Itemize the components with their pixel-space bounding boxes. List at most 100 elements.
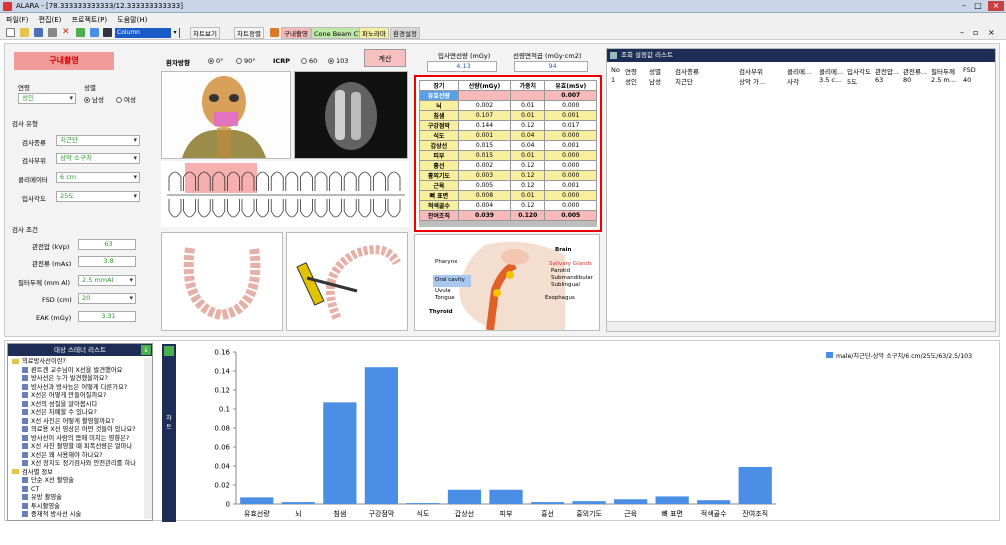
inner-minimize-icon[interactable]: – <box>960 28 964 37</box>
lower-tooth[interactable] <box>387 199 401 218</box>
tree-item[interactable]: X선 사진은 어떻게 촬영할까요? <box>12 417 152 427</box>
delete-icon[interactable]: ✕ <box>62 28 71 37</box>
tree-item[interactable]: 방사선이 사람의 몸에 미치는 영향은? <box>12 434 152 444</box>
lower-tooth[interactable] <box>270 199 284 218</box>
lower-tooth[interactable] <box>227 199 240 218</box>
tab-env[interactable]: 환경설정 <box>390 27 420 39</box>
exam-site-select[interactable]: 상악 소구치 <box>56 153 140 164</box>
tree-item[interactable]: X선은 어떻게 만들어질까요? <box>12 392 152 401</box>
mas-field[interactable]: 3.8 <box>78 256 136 267</box>
tree-folder[interactable]: 검사별 정보 <box>12 469 152 478</box>
upper-tooth[interactable] <box>343 171 357 191</box>
menu-project[interactable]: 프로젝트(P) <box>72 15 107 25</box>
lower-tooth[interactable] <box>285 199 299 218</box>
chart-fit-button[interactable]: 차트정렬 <box>234 27 264 39</box>
tab-pano[interactable]: 파노라마 <box>359 27 389 39</box>
tree-item[interactable]: X선은 왜 사용해야 하나요? <box>12 451 152 461</box>
tree-item[interactable]: 의료용 X선 영상은 어떤 것들이 있나요? <box>12 426 152 435</box>
icrp-60-radio[interactable]: 60 <box>301 57 317 65</box>
filter-select[interactable]: 2.5 mmAl <box>78 275 136 286</box>
open-icon[interactable] <box>20 28 29 37</box>
kvp-field[interactable]: 63 <box>78 239 136 250</box>
lower-tooth[interactable] <box>168 199 182 218</box>
results-cell: 2.5 m... <box>931 76 956 84</box>
tab-cbct[interactable]: Cone Beam CT <box>311 27 366 39</box>
tree-scrollbar[interactable] <box>144 358 152 519</box>
new-icon[interactable] <box>6 28 15 37</box>
tree-item[interactable]: 방사선과 방사능은 어떻게 다른가요? <box>12 383 152 393</box>
dir-0-radio[interactable]: 0° <box>208 57 223 65</box>
export-icon[interactable] <box>76 28 85 37</box>
upper-tooth[interactable] <box>329 171 342 191</box>
upper-tooth[interactable] <box>314 171 328 191</box>
upper-tooth[interactable] <box>300 171 313 191</box>
lower-tooth[interactable] <box>300 199 313 218</box>
icrp-103-radio[interactable]: 103 <box>328 57 348 65</box>
lower-tooth[interactable] <box>241 199 255 218</box>
collimator-select[interactable]: 6 cm <box>56 172 140 183</box>
tab-oral[interactable]: 구내촬영 <box>281 27 311 39</box>
tree-folder[interactable]: 의료방사선이란? <box>12 358 152 367</box>
inner-restore-icon[interactable]: ▫ <box>973 28 978 37</box>
fsd-select[interactable]: 20 <box>78 293 136 304</box>
chart-show-button[interactable]: 차트보기 <box>190 27 220 39</box>
results-scrollbar[interactable] <box>607 321 995 331</box>
eak-field[interactable]: 3.31 <box>78 311 136 322</box>
lower-tooth[interactable] <box>314 199 328 218</box>
tree-item[interactable]: 투시촬영술 <box>12 502 152 512</box>
tree-item[interactable]: X선은 차폐할 수 있나요? <box>12 409 152 418</box>
chart-strip-icon[interactable] <box>164 346 174 356</box>
monitor-icon[interactable] <box>103 28 112 37</box>
lower-tooth[interactable] <box>329 199 342 218</box>
results-col-header[interactable]: FSD <box>963 66 976 74</box>
maximize-icon[interactable]: □ <box>972 1 984 11</box>
dir-90-radio[interactable]: 90° <box>236 57 256 65</box>
inner-close-icon[interactable]: × <box>988 28 995 37</box>
tree-item[interactable]: 방사선은 누가 발견했을까요? <box>12 375 152 384</box>
close-icon[interactable]: × <box>988 1 1004 11</box>
menu-file[interactable]: 파일(F) <box>6 15 28 25</box>
upper-tooth[interactable] <box>285 171 299 191</box>
save-icon[interactable] <box>34 28 43 37</box>
sex-female-radio[interactable]: 여성 <box>116 94 136 104</box>
upper-tooth[interactable] <box>270 171 284 191</box>
tree-item[interactable]: X선 사진 촬영할 때 피폭선량은 얼마나 <box>12 443 152 452</box>
tree-item[interactable]: X선 장치도 정기검사와 안전관리를 하나 <box>12 460 152 469</box>
lower-tooth[interactable] <box>183 199 196 218</box>
upper-tooth[interactable] <box>387 171 401 191</box>
results-row[interactable]: 1 성인 남성 치근단 상악 가... 사각 3.5 c... 5도 63 80 2.5 m... 4… <box>607 75 995 86</box>
lower-tooth[interactable] <box>256 199 269 218</box>
tree-item[interactable]: 뢴트겐 교수님이 X선을 발견했어요 <box>12 366 152 376</box>
lower-tooth[interactable] <box>212 199 226 218</box>
lower-tooth[interactable] <box>373 199 386 218</box>
tree-item[interactable]: 중재적 방사선 시술 <box>12 511 152 520</box>
calc-button[interactable]: 계산 <box>364 49 406 67</box>
upper-tooth[interactable] <box>373 171 386 191</box>
column-combo[interactable]: Column ▾ <box>115 28 180 38</box>
tree-item[interactable]: CT <box>12 485 152 495</box>
tree-item[interactable]: 유방 촬영술 <box>12 494 152 503</box>
print-icon[interactable] <box>48 28 57 37</box>
import-icon[interactable] <box>90 28 99 37</box>
upper-tooth[interactable] <box>256 171 269 191</box>
age-select[interactable]: 성인 <box>18 93 76 104</box>
minimize-icon[interactable]: – <box>958 1 970 11</box>
lower-tooth[interactable] <box>197 199 211 218</box>
tree-item[interactable]: 단순 X선 촬영술 <box>12 477 152 486</box>
angle-select[interactable]: 25도 <box>56 191 140 202</box>
lower-tooth[interactable] <box>343 199 357 218</box>
lower-tooth[interactable] <box>358 199 372 218</box>
exam-kind-select[interactable]: 치근단 <box>56 135 140 146</box>
download-icon[interactable]: ↓ <box>141 345 151 355</box>
person-icon[interactable] <box>270 28 279 37</box>
y-tick-label: 0.06 <box>214 444 230 452</box>
sex-male-radio[interactable]: 남성 <box>84 94 104 104</box>
menu-edit[interactable]: 편집(E) <box>39 15 62 25</box>
upper-tooth[interactable] <box>168 171 182 191</box>
menu-help[interactable]: 도움말(H) <box>117 15 147 25</box>
upper-tooth[interactable] <box>358 171 372 191</box>
tree-item[interactable]: X선의 성질을 알아봅시다 <box>12 400 152 410</box>
tree-item-label: 의료방사선이란? <box>22 358 66 365</box>
results-col-header[interactable]: No <box>611 66 620 74</box>
results-cell: 80 <box>903 76 912 84</box>
